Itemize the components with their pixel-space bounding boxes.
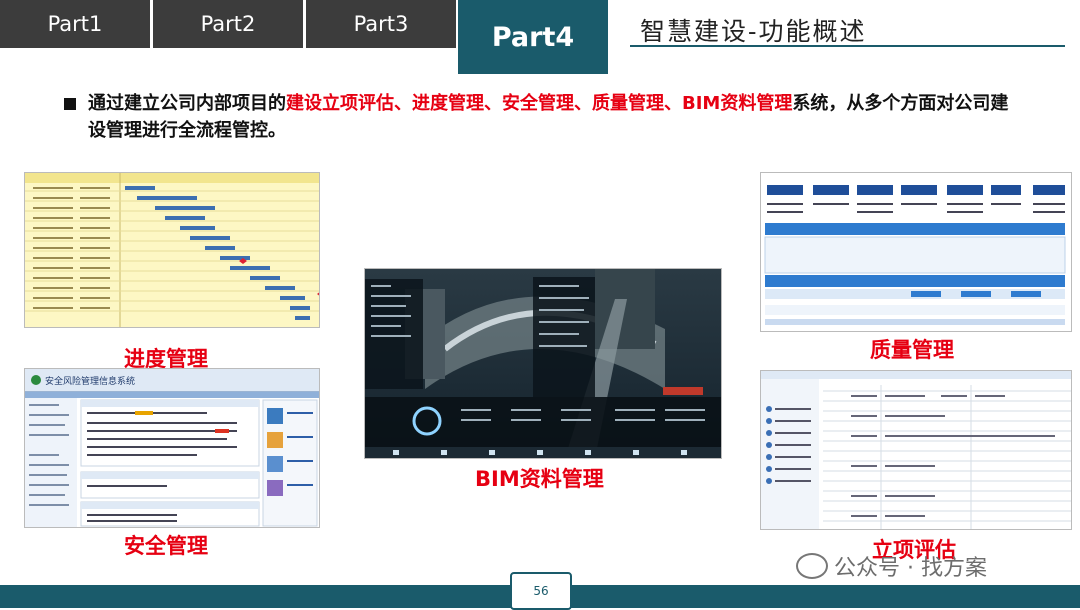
page-title: 智慧建设-功能概述 [640,17,867,46]
quality-caption: 质量管理 [870,338,954,362]
tab-part2[interactable]: Part2 [153,0,303,48]
safety-screen-title: 安全风险管理信息系统 [45,376,136,387]
bullet-icon [64,98,76,110]
project-form-graphic [761,371,1071,529]
safety-dashboard-graphic [25,398,318,527]
watermark: 公众号 · 找方案 [796,550,987,582]
title-underline [630,45,1065,47]
safety-logo-icon [31,375,41,385]
schedule-screenshot [24,172,320,328]
tab-part3[interactable]: Part3 [306,0,456,48]
intro-prefix: 通过建立公司内部项目的 [88,93,286,114]
page-number: 56 [510,572,572,610]
tab-part4[interactable]: Part4 [458,0,608,74]
quality-flow-graphic [764,185,1066,325]
safety-header: 安全风险管理信息系统 [25,369,319,392]
bim-caption: BIM资料管理 [475,467,604,491]
quality-screenshot [760,172,1072,332]
tab-part1[interactable]: Part1 [0,0,150,48]
bim-3d-model-graphic [365,269,721,458]
safety-caption: 安全管理 [124,534,208,558]
wechat-icon [796,553,828,579]
safety-screenshot: 安全风险管理信息系统 [24,368,320,528]
watermark-text: 公众号 · 找方案 [834,556,987,581]
bim-screenshot [364,268,722,459]
project-screenshot [760,370,1072,530]
intro-highlight: 建设立项评估、进度管理、安全管理、质量管理、BIM资料管理 [286,93,793,114]
gantt-chart-graphic [25,173,319,327]
intro-text: 通过建立公司内部项目的建设立项评估、进度管理、安全管理、质量管理、BIM资料管理… [88,90,1018,144]
